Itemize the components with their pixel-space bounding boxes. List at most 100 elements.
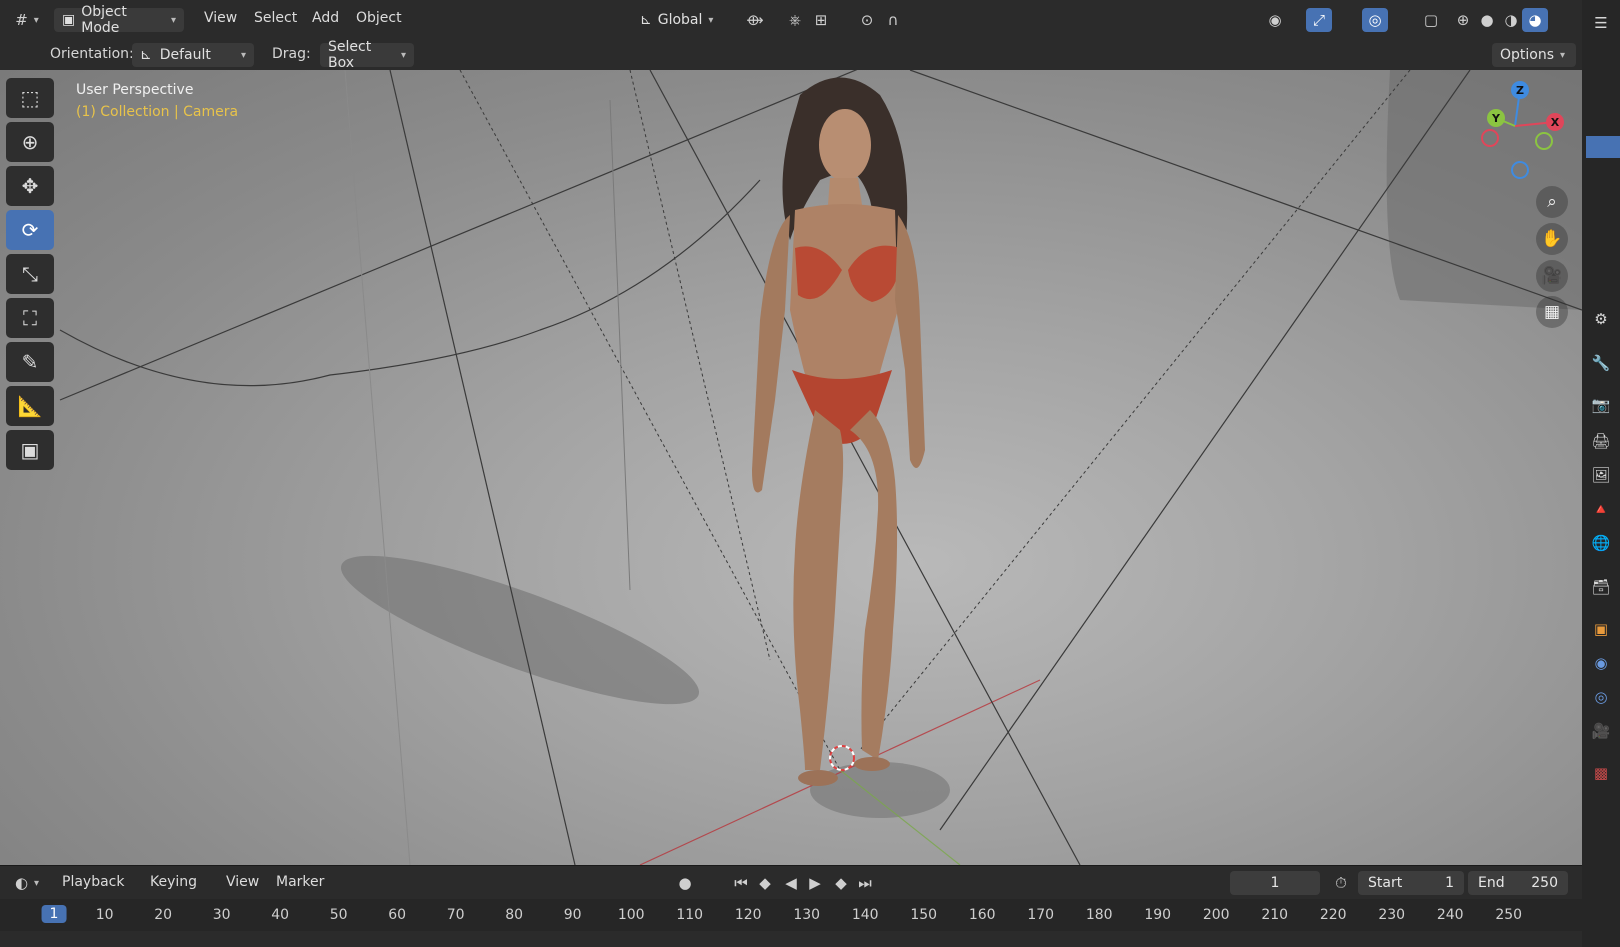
output-properties-icon[interactable]: 🖨: [1588, 428, 1614, 454]
frame-ruler[interactable]: 1 10 20 30 40 50 60 70 80 90 100 110 120 130 140 150 160…: [0, 899, 1582, 931]
annotate-icon[interactable]: ✎: [6, 342, 54, 382]
zoom-icon[interactable]: ⌕: [1536, 186, 1568, 218]
viewport-scene: [59, 70, 1582, 865]
wireframe-shading-icon[interactable]: ⊕: [1450, 8, 1476, 32]
menu-keying[interactable]: Keying: [150, 874, 197, 890]
start-value: 1: [1445, 875, 1454, 891]
scene-properties-icon[interactable]: 🔺: [1588, 496, 1614, 522]
orientation-default-dropdown[interactable]: ⊾ Default ▾: [132, 43, 254, 67]
gizmo-neg-y-axis[interactable]: [1535, 132, 1553, 150]
frame-label: 90: [563, 907, 582, 923]
frame-label: 70: [446, 907, 465, 923]
current-frame-field[interactable]: 1: [1230, 871, 1320, 895]
snap-target-icon[interactable]: ⊞: [808, 8, 834, 32]
render-properties-icon[interactable]: 📷: [1588, 392, 1614, 418]
add-cube-icon[interactable]: ▣: [6, 430, 54, 470]
ortho-toggle-icon[interactable]: ▦: [1536, 296, 1568, 328]
frame-label: 130: [793, 907, 821, 923]
xray-icon[interactable]: ▢: [1418, 8, 1444, 32]
overlays-icon[interactable]: ◎: [1362, 8, 1388, 32]
view-layer-icon[interactable]: 🖼: [1588, 462, 1614, 488]
frame-label: 120: [734, 907, 762, 923]
rendered-shading-icon[interactable]: ◕: [1522, 8, 1548, 32]
falloff-icon[interactable]: ∩: [880, 8, 906, 32]
pivot-point-icon[interactable]: ⟴: [742, 8, 768, 32]
frame-label: 140: [851, 907, 879, 923]
drag-value: Select Box: [328, 39, 372, 71]
properties-tab-strip: ☰ ⚙ 🔧 📷 🖨 🖼 🔺 🌐 🗃 ▣ ◉ ◎ 🎥 ▩: [1582, 0, 1620, 947]
solid-shading-icon[interactable]: ●: [1474, 8, 1500, 32]
chevron-down-icon: ▾: [708, 14, 714, 26]
3d-viewport[interactable]: User Perspective (1) Collection | Camera…: [0, 70, 1582, 865]
prev-keyframe-icon[interactable]: ◆: [752, 871, 778, 895]
gizmo-z-label: Z: [1516, 84, 1524, 97]
gizmo-icon[interactable]: ⤢: [1306, 8, 1332, 32]
pan-hand-icon[interactable]: ✋: [1536, 223, 1568, 255]
tool-properties-icon[interactable]: ⚙: [1588, 306, 1614, 332]
menu-add[interactable]: Add: [312, 10, 339, 26]
wrench-icon[interactable]: 🔧: [1588, 350, 1614, 376]
options-label: Options: [1500, 47, 1555, 63]
menu-object[interactable]: Object: [356, 10, 402, 26]
frame-label: 170: [1027, 907, 1055, 923]
character-figure: [752, 77, 925, 786]
texture-properties-icon[interactable]: ▩: [1588, 760, 1614, 786]
timer-icon[interactable]: ⏱: [1328, 871, 1354, 895]
physics-icon[interactable]: ◎: [1588, 684, 1614, 710]
navigation-gizmo[interactable]: Z X Y: [1460, 76, 1570, 186]
orientation-dropdown[interactable]: ⊾ Global ▾: [632, 8, 732, 32]
frame-label: 110: [676, 907, 704, 923]
world-properties-icon[interactable]: 🌐: [1588, 530, 1614, 556]
gizmo-neg-z-axis[interactable]: [1511, 161, 1529, 179]
menu-select[interactable]: Select: [254, 10, 297, 26]
jump-start-icon[interactable]: ⏮: [728, 871, 754, 895]
drag-dropdown[interactable]: Select Box ▾: [320, 39, 414, 71]
options-dropdown[interactable]: Options ▾: [1492, 43, 1576, 67]
menu-view[interactable]: View: [204, 10, 237, 26]
proportional-edit-icon[interactable]: ⊙: [854, 8, 880, 32]
move-icon[interactable]: ✥: [6, 166, 54, 206]
frame-label: 50: [329, 907, 348, 923]
chevron-down-icon: ▾: [400, 49, 406, 61]
scale-icon[interactable]: ⤡: [6, 254, 54, 294]
frame-label: 40: [271, 907, 290, 923]
orientation-default-value: Default: [159, 47, 211, 63]
camera-view-icon[interactable]: 🎥: [1536, 260, 1568, 292]
play-reverse-icon[interactable]: ◀: [778, 871, 804, 895]
gizmo-x-label: X: [1551, 116, 1560, 129]
start-frame-field[interactable]: Start 1: [1358, 871, 1464, 895]
orientation-icon: ⊾: [640, 12, 652, 28]
menu-playback[interactable]: Playback: [62, 874, 124, 890]
menu-timeline-view[interactable]: View: [226, 874, 259, 890]
collection-properties-icon[interactable]: 🗃: [1588, 574, 1614, 600]
gizmo-neg-x-axis[interactable]: [1481, 129, 1499, 147]
outliner-selection-highlight: [1586, 136, 1620, 158]
material-shading-icon[interactable]: ◑: [1498, 8, 1524, 32]
record-icon[interactable]: ●: [672, 871, 698, 895]
menu-marker[interactable]: Marker: [276, 874, 324, 890]
current-frame-value: 1: [1270, 875, 1280, 891]
next-keyframe-icon[interactable]: ◆: [828, 871, 854, 895]
object-properties-icon[interactable]: ▣: [1588, 616, 1614, 642]
end-frame-field[interactable]: End 250: [1468, 871, 1568, 895]
play-icon[interactable]: ▶: [802, 871, 828, 895]
modifier-icon[interactable]: ◉: [1588, 650, 1614, 676]
transform-icon[interactable]: ⛶: [6, 298, 54, 338]
outliner-icon[interactable]: ☰: [1588, 10, 1614, 36]
view-perspective-label: User Perspective: [76, 82, 194, 98]
jump-end-icon[interactable]: ⏭: [852, 871, 878, 895]
chevron-down-icon: ▾: [240, 49, 246, 61]
rotate-icon[interactable]: ⟳: [6, 210, 54, 250]
visibility-icon[interactable]: ◉: [1262, 8, 1288, 32]
cursor-icon[interactable]: ⊕: [6, 122, 54, 162]
frame-label: 60: [388, 907, 407, 923]
mode-dropdown[interactable]: ▣ Object Mode ▾: [54, 4, 184, 36]
object-data-icon[interactable]: 🎥: [1588, 718, 1614, 744]
end-label: End: [1478, 875, 1505, 891]
snap-icon[interactable]: ⎈: [782, 8, 808, 32]
editor-type-button[interactable]: # ▾: [10, 8, 44, 32]
measure-icon[interactable]: 📐: [6, 386, 54, 426]
select-box-icon[interactable]: ⬚: [6, 78, 54, 118]
status-bar: [0, 931, 1582, 947]
clock-editor-icon[interactable]: ◐ ▾: [10, 871, 44, 895]
